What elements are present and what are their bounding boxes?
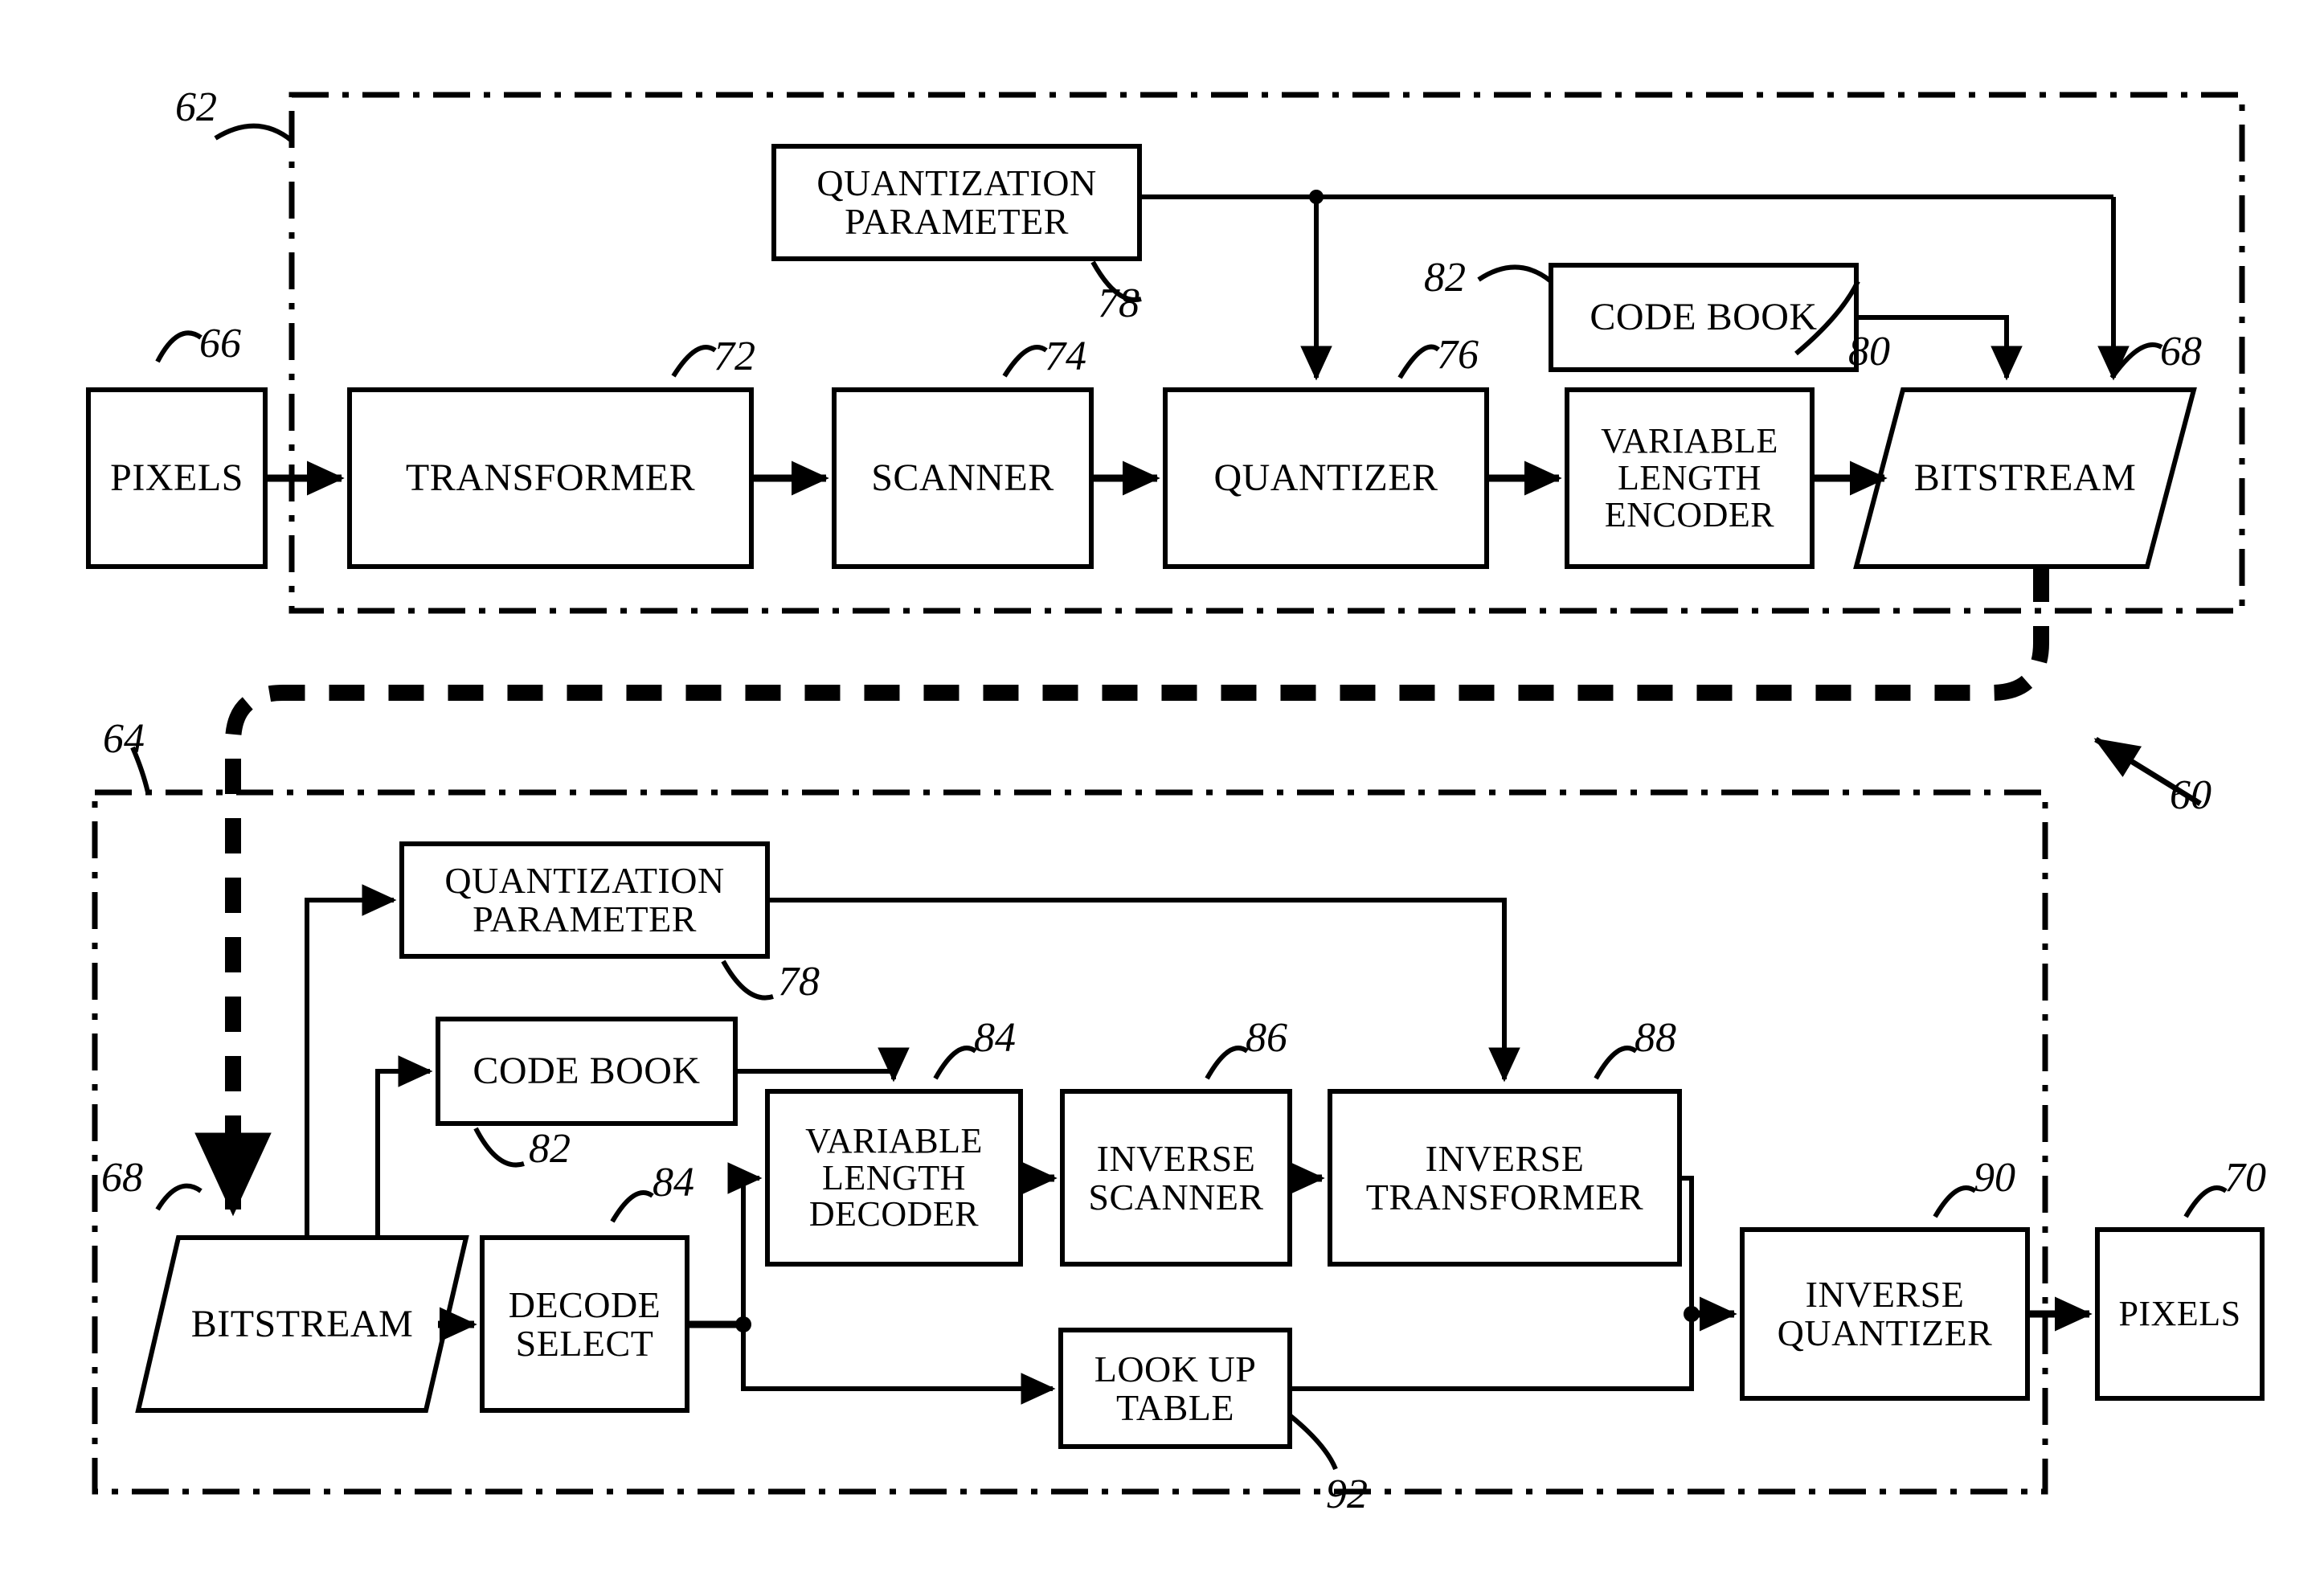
box-inverse-scanner [1060, 1089, 1292, 1267]
box-vle [1565, 387, 1815, 569]
leader-64 [130, 746, 150, 793]
junction-qp-encoder [1309, 190, 1324, 204]
box-scanner [832, 387, 1094, 569]
leader-74 [1002, 345, 1048, 378]
leader-68-enc [2109, 342, 2163, 379]
box-look-up-table [1058, 1328, 1292, 1449]
box-bitstream-decoder [135, 1235, 469, 1413]
leader-90 [1933, 1185, 1977, 1218]
box-transformer [347, 387, 754, 569]
line-codebook-to-vld [735, 1047, 910, 1083]
leader-78-dec [721, 960, 774, 1001]
box-quant-param-encoder [771, 144, 1142, 261]
box-pixels-decoder [2095, 1227, 2265, 1401]
leader-92 [1289, 1414, 1338, 1471]
box-code-book-encoder [1549, 263, 1859, 372]
box-inverse-transformer [1328, 1089, 1682, 1267]
leader-80 [1794, 280, 1860, 356]
line-qp-bus-decoder [767, 898, 1520, 1083]
line-lut-to-bus [1290, 1314, 1694, 1391]
encoder-boundary [288, 92, 2245, 614]
leader-76 [1397, 344, 1440, 379]
leader-88 [1594, 1046, 1638, 1080]
leader-82-enc [1477, 264, 1553, 284]
decoder-boundary [92, 789, 2048, 1495]
figure-canvas: PIXELS TRANSFORMER SCANNER QUANTIZER VAR… [0, 0, 2324, 1584]
leader-62 [214, 123, 293, 143]
leader-86 [1205, 1046, 1249, 1080]
leader-78-enc [1090, 260, 1142, 302]
box-inverse-quantizer [1740, 1227, 2030, 1401]
line-decode-select-to-lut [741, 1324, 1056, 1405]
box-quantizer [1163, 387, 1489, 569]
box-code-book-decoder [436, 1017, 738, 1126]
bitstream-transport-link [194, 567, 2049, 1217]
box-quant-param-decoder [399, 841, 770, 959]
leader-82-dec [473, 1127, 525, 1168]
box-pixels-encoder [86, 387, 268, 569]
leader-84-ds [610, 1190, 654, 1223]
leader-66 [155, 330, 203, 363]
line-codebook-to-bitstream-encoder [1856, 315, 2023, 381]
line-decode-select-to-vld [727, 1162, 763, 1324]
diagram-svg [86, 92, 2265, 1495]
box-vld [765, 1089, 1023, 1267]
figure-pointer-arrow [2093, 737, 2202, 806]
leader-84-vld [933, 1046, 977, 1080]
box-bitstream-encoder [1853, 387, 2197, 569]
leader-72 [671, 345, 717, 378]
box-decode-select [480, 1235, 689, 1413]
leader-68-dec [155, 1183, 203, 1211]
leader-70 [2183, 1185, 2228, 1218]
line-bitstream-tap-codebook [375, 1055, 433, 1238]
